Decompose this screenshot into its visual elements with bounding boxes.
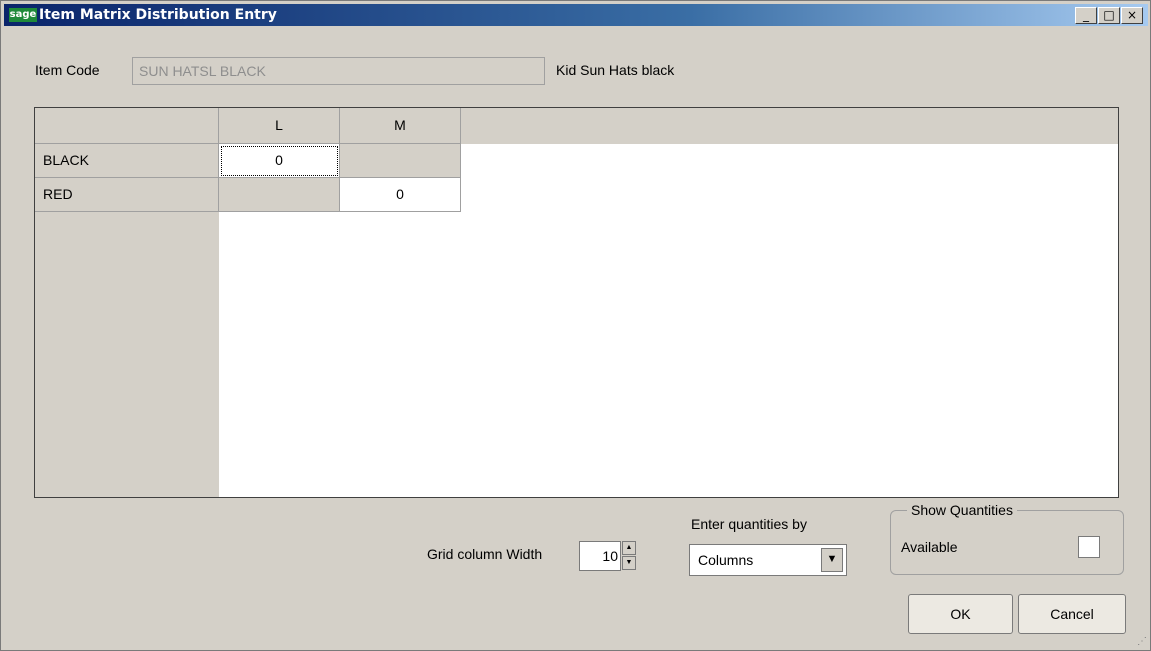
enter-quantities-label: Enter quantities by [691,516,807,532]
column-header-m[interactable]: M [340,108,461,144]
maximize-icon: □ [1103,8,1115,22]
minimize-button[interactable]: _ [1075,7,1097,24]
cell-red-l [219,178,340,212]
spin-down-button[interactable]: ▼ [622,556,636,570]
show-quantities-legend: Show Quantities [907,501,1017,519]
grid-corner [35,108,219,144]
item-matrix-window: sage Item Matrix Distribution Entry _ □ … [0,0,1151,651]
item-description: Kid Sun Hats black [556,62,675,78]
grid-column-width-label: Grid column Width [427,546,543,562]
resize-grip-icon[interactable]: ⋰ [1137,636,1147,647]
item-code-field: SUN HATSL BLACK [132,57,545,85]
row-header-red[interactable]: RED [35,178,219,212]
cell-black-l[interactable]: 0 [219,144,340,178]
sage-logo: sage [9,8,37,22]
minimize-icon: _ [1083,8,1089,22]
matrix-grid[interactable]: L M BLACK 0 RED 0 [34,107,1119,498]
close-button[interactable]: × [1121,7,1143,24]
enter-quantities-dropdown-button[interactable]: ▼ [821,548,843,572]
spin-up-button[interactable]: ▲ [622,541,636,555]
chevron-up-icon: ▲ [625,544,633,551]
chevron-down-icon: ▼ [826,553,838,565]
column-header-l[interactable]: L [219,108,340,144]
item-code-label: Item Code [35,62,100,78]
enter-quantities-value: Columns [698,552,754,568]
cell-red-m[interactable]: 0 [340,178,461,212]
cell-black-m [340,144,461,178]
close-icon: × [1126,8,1138,22]
window-title: Item Matrix Distribution Entry [39,7,277,23]
cancel-button[interactable]: Cancel [1018,594,1126,634]
available-checkbox[interactable] [1078,536,1100,558]
ok-button[interactable]: OK [908,594,1013,634]
grid-column-width-input[interactable]: 10 [579,541,621,571]
title-bar[interactable]: sage Item Matrix Distribution Entry _ □ … [4,4,1148,26]
available-label: Available [901,539,958,555]
row-header-black[interactable]: BLACK [35,144,219,178]
chevron-down-icon: ▼ [625,559,633,566]
maximize-button[interactable]: □ [1098,7,1120,24]
